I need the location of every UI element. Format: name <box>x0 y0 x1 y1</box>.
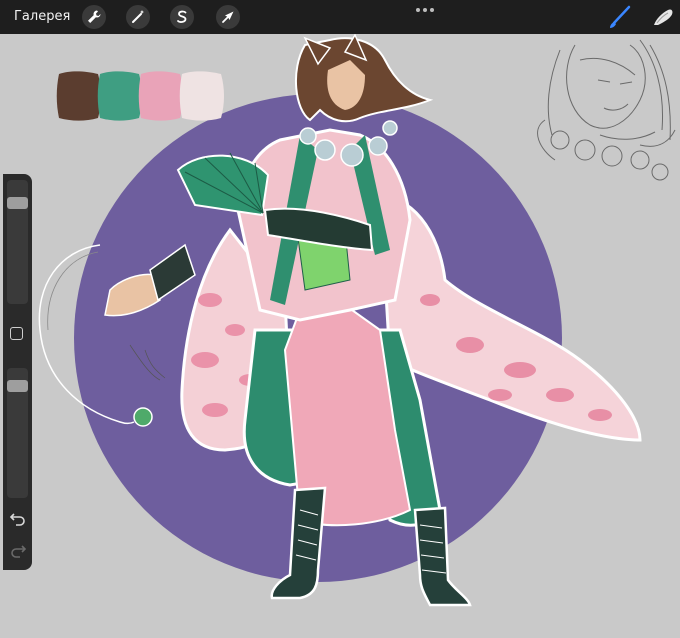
palette-swatch[interactable] <box>179 71 224 121</box>
transform-button[interactable] <box>216 5 240 29</box>
smudge-icon <box>654 9 673 25</box>
green-ball <box>133 407 153 427</box>
magic-wand-icon <box>132 10 144 23</box>
smudge-tool[interactable] <box>648 3 678 31</box>
opacity-slider[interactable] <box>7 368 28 498</box>
brush-icon <box>610 5 631 28</box>
selection-button[interactable] <box>170 5 194 29</box>
top-toolbar: Галерея <box>0 0 680 34</box>
wrench-icon <box>88 10 101 23</box>
redo-icon[interactable] <box>9 542 27 558</box>
left-sidebar <box>3 174 32 570</box>
adjustments-button[interactable] <box>126 5 150 29</box>
sketch-drawing <box>537 39 676 181</box>
drawing-canvas[interactable] <box>0 34 680 638</box>
actions-button[interactable] <box>82 5 106 29</box>
brush-tool[interactable] <box>605 3 635 31</box>
color-palette[interactable] <box>52 68 232 128</box>
more-options-icon[interactable] <box>416 6 436 14</box>
gallery-button[interactable]: Галерея <box>14 9 70 24</box>
brush-size-thumb[interactable] <box>7 197 28 209</box>
undo-icon[interactable] <box>9 510 27 526</box>
palette-swatch[interactable] <box>138 71 183 121</box>
transform-arrow-icon <box>222 11 234 23</box>
selection-s-icon <box>177 10 187 23</box>
modify-button[interactable] <box>10 327 23 340</box>
opacity-thumb[interactable] <box>7 380 28 392</box>
brush-size-slider[interactable] <box>7 180 28 304</box>
palette-swatch[interactable] <box>56 71 101 121</box>
palette-swatch[interactable] <box>97 71 142 121</box>
